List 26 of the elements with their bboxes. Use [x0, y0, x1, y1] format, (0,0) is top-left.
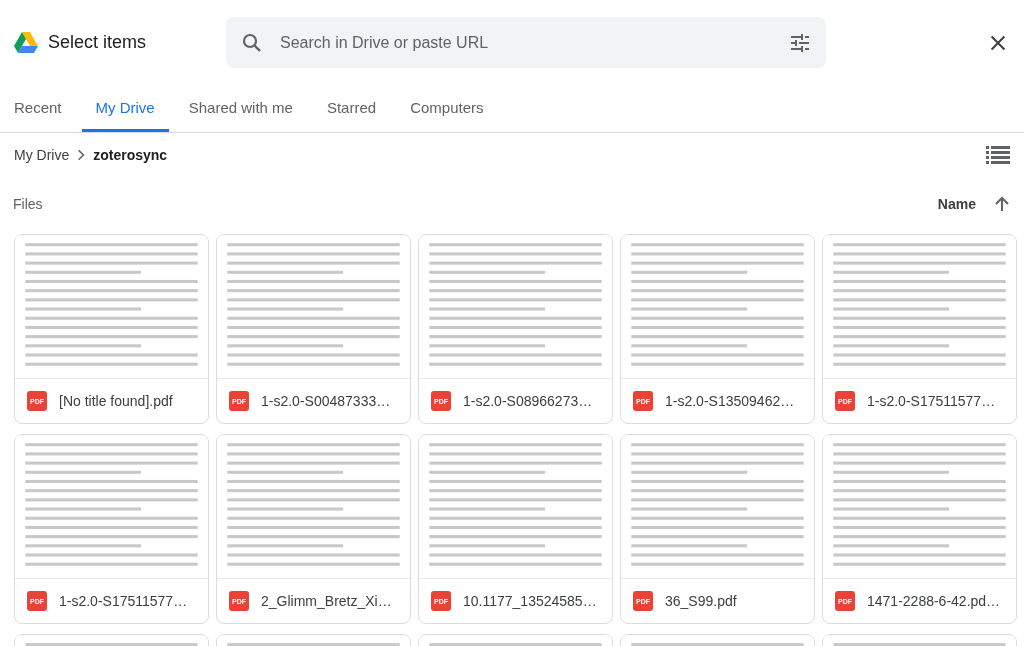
list-view-icon[interactable]: [986, 145, 1010, 165]
file-name: 1-s2.0-S17511577…: [867, 393, 996, 409]
tab[interactable]: Computers: [396, 85, 498, 132]
search-bar[interactable]: Search in Drive or paste URL: [226, 17, 826, 68]
file-name: [No title found].pdf: [59, 393, 173, 409]
arrow-up-icon[interactable]: [994, 196, 1010, 212]
file-name: 1-s2.0-S08966273…: [463, 393, 593, 409]
tab[interactable]: My Drive: [81, 85, 169, 132]
tab[interactable]: Recent: [0, 85, 76, 132]
breadcrumb-link[interactable]: My Drive: [14, 147, 70, 163]
dialog-title: Select items: [48, 32, 147, 53]
section-label: Files: [13, 196, 43, 212]
file-name: 2_Glimm_Bretz_Xi…: [261, 593, 392, 609]
search-field[interactable]: Search in Drive or paste URL: [278, 32, 774, 53]
file-name: 1-s2.0-S00487333…: [261, 393, 391, 409]
drive-logo-icon: [14, 31, 38, 54]
tab[interactable]: Starred: [312, 85, 391, 132]
sort-button[interactable]: Name: [937, 196, 976, 212]
file-name: 1471-2288-6-42.pd…: [867, 593, 1001, 609]
file-name: 10.1177_13524585…: [463, 593, 597, 609]
file-name: 1-s2.0-S17511577…: [59, 593, 188, 609]
chevron-right-icon: [77, 149, 86, 161]
tab[interactable]: Shared with me: [174, 85, 307, 132]
file-name: 36_S99.pdf: [665, 593, 737, 609]
breadcrumb-link[interactable]: zoterosync: [93, 147, 168, 163]
file-name: 1-s2.0-S13509462…: [665, 393, 795, 409]
